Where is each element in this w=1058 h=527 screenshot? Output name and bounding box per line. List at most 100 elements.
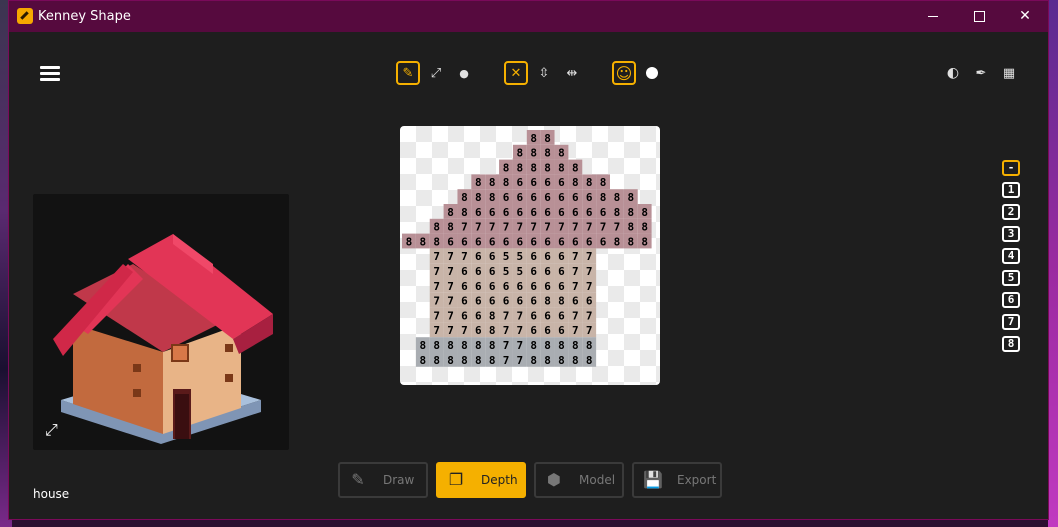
- layer-button-4[interactable]: 4: [1002, 248, 1020, 264]
- grid-cell-depth-label: 6: [558, 206, 565, 219]
- grid-cell-depth-label: 8: [433, 354, 440, 367]
- grid-cell-depth-label: 6: [586, 191, 593, 204]
- grid-cell-depth-label: 6: [475, 324, 482, 337]
- grid-cell-depth-label: 6: [461, 235, 468, 248]
- grid-cell-depth-label: 8: [600, 176, 607, 189]
- grid-cell-depth-label: 6: [503, 235, 510, 248]
- grid-cell-depth-label: 8: [544, 354, 551, 367]
- grid-cell-depth-label: 6: [530, 280, 537, 293]
- pencil-tool-icon[interactable]: ✎: [396, 61, 420, 85]
- model-button[interactable]: ⬢ Model: [534, 462, 624, 498]
- grid-cell-depth-label: 8: [475, 339, 482, 352]
- layer-button-1[interactable]: 1: [1002, 182, 1020, 198]
- close-icon: ✕: [1019, 8, 1031, 24]
- grid-cell-depth-label: 7: [503, 324, 510, 337]
- grid-cell-depth-label: 5: [503, 250, 510, 263]
- layers-icon: ❐: [448, 470, 464, 489]
- grid-cell-depth-label: 8: [447, 221, 454, 234]
- grid-cell-depth-label: 8: [489, 324, 496, 337]
- expand-icon[interactable]: ⤢: [45, 420, 58, 440]
- layer-button-3[interactable]: 3: [1002, 226, 1020, 242]
- minimize-button[interactable]: [910, 1, 956, 32]
- layer-button-default[interactable]: -: [1002, 160, 1020, 176]
- grid-cell-depth-label: 8: [433, 339, 440, 352]
- grid-cell-depth-label: 7: [447, 295, 454, 308]
- grid-cell-depth-label: 8: [586, 176, 593, 189]
- eyedropper-icon[interactable]: ✒: [969, 61, 993, 85]
- grid-cell-depth-label: 8: [544, 132, 551, 145]
- maximize-button[interactable]: [956, 1, 1002, 32]
- grid-cell-depth-label: 7: [586, 250, 593, 263]
- grid-cell-depth-label: 6: [544, 191, 551, 204]
- smiley-icon[interactable]: ☺: [612, 61, 636, 85]
- grid-cell-depth-label: 8: [572, 339, 579, 352]
- grid-cell-depth-label: 6: [586, 206, 593, 219]
- grid-cell-depth-label: 6: [489, 295, 496, 308]
- grid-cell-depth-label: 8: [489, 176, 496, 189]
- title-bar[interactable]: Kenney Shape ✕: [9, 1, 1048, 32]
- grid-cell-depth-label: 5: [517, 250, 524, 263]
- grid-cell-depth-label: 7: [461, 250, 468, 263]
- pixel-grid-canvas[interactable]: 8888888888888886666888888666666688888666…: [400, 126, 660, 385]
- grid-cell-depth-label: 6: [475, 295, 482, 308]
- grid-cell-depth-label: 7: [447, 265, 454, 278]
- grid-cell-depth-label: 8: [572, 354, 579, 367]
- grid-cell-depth-label: 6: [475, 280, 482, 293]
- grid-cell-depth-label: 6: [558, 265, 565, 278]
- grid-cell-depth-label: 7: [572, 221, 579, 234]
- grid-cell-depth-label: 8: [447, 206, 454, 219]
- grid-cell-depth-label: 7: [614, 221, 621, 234]
- grid-cell-depth-label: 6: [544, 309, 551, 322]
- grid-cell-depth-label: 7: [586, 280, 593, 293]
- mirror-off-icon[interactable]: ✕: [504, 61, 528, 85]
- line-tool-icon[interactable]: ⤢: [424, 61, 448, 85]
- grid-cell-depth-label: 7: [461, 324, 468, 337]
- mirror-horizontal-icon[interactable]: ⇹: [560, 61, 584, 85]
- depth-grid[interactable]: 8 88 8 8 88 8 8 8 8 88 8 8 6 6 6 6 8 8 88 8 8 6 6 6 6 6 6 6 8 8 88 8 6 6 6…: [400, 126, 660, 385]
- checker-icon[interactable]: ▦: [997, 61, 1021, 85]
- grid-cell-depth-label: 6: [489, 280, 496, 293]
- mirror-vertical-icon[interactable]: ⇳: [532, 61, 556, 85]
- layer-button-8[interactable]: 8: [1002, 336, 1020, 352]
- grid-cell-depth-label: 5: [503, 265, 510, 278]
- fill-drop-icon[interactable]: ●: [452, 61, 476, 85]
- grid-cell-depth-label: 6: [475, 265, 482, 278]
- grid-cell-depth-label: 7: [447, 324, 454, 337]
- grid-cell-depth-label: 6: [530, 295, 537, 308]
- grid-cell-depth-label: 8: [572, 176, 579, 189]
- model-preview[interactable]: ⤢: [33, 194, 289, 450]
- app-window: Kenney Shape ✕ ✎ ⤢ ● ✕ ⇳ ⇹ ☺ ◐ ✒ ▦ ⤢ hou…: [8, 0, 1049, 520]
- grid-cell-depth-label: 7: [517, 354, 524, 367]
- grid-cell-depth-label: 8: [558, 147, 565, 160]
- grid-cell-depth-label: 8: [461, 191, 468, 204]
- layer-button-2[interactable]: 2: [1002, 204, 1020, 220]
- grid-cell-depth-label: 8: [627, 235, 634, 248]
- grid-cell-depth-label: 7: [586, 324, 593, 337]
- depth-button[interactable]: ❐ Depth: [436, 462, 526, 498]
- maximize-icon: [973, 10, 985, 22]
- layer-button-6[interactable]: 6: [1002, 292, 1020, 308]
- grid-cell-depth-label: 8: [614, 235, 621, 248]
- grid-cell-depth-label: 7: [572, 250, 579, 263]
- grid-cell-depth-label: 7: [503, 221, 510, 234]
- hamburger-menu-icon[interactable]: [40, 66, 60, 81]
- grid-cell-depth-label: 7: [433, 309, 440, 322]
- brightness-icon[interactable]: ◐: [941, 61, 965, 85]
- grid-cell-depth-label: 7: [489, 221, 496, 234]
- grid-cell-depth-label: 8: [489, 191, 496, 204]
- grid-cell-depth-label: 6: [558, 280, 565, 293]
- grid-cell-depth-label: 5: [517, 265, 524, 278]
- layer-button-5[interactable]: 5: [1002, 270, 1020, 286]
- layer-button-7[interactable]: 7: [1002, 314, 1020, 330]
- grid-cell-depth-label: 7: [447, 309, 454, 322]
- grid-cell-depth-label: 8: [558, 354, 565, 367]
- grid-cell-depth-label: 7: [517, 324, 524, 337]
- close-button[interactable]: ✕: [1002, 1, 1048, 32]
- grid-cell-depth-label: 8: [475, 191, 482, 204]
- export-button[interactable]: 💾 Export: [632, 462, 722, 498]
- grid-cell-depth-label: 6: [544, 235, 551, 248]
- draw-button[interactable]: ✎ Draw: [338, 462, 428, 498]
- grid-cell-depth-label: 6: [600, 206, 607, 219]
- cube-icon: ⬢: [547, 470, 561, 489]
- color-dot-icon[interactable]: [640, 61, 664, 85]
